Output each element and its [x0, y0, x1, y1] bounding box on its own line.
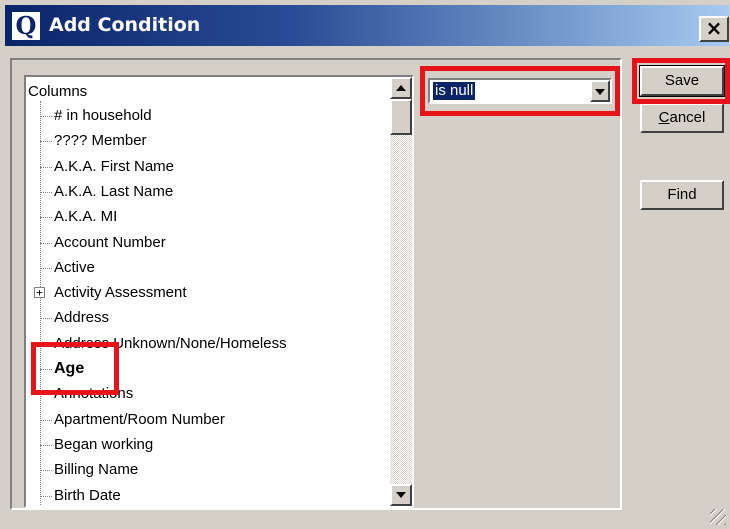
tree-item[interactable]: Active [40, 256, 95, 280]
tree-item-label: A.K.A. Last Name [54, 182, 174, 200]
operator-selected-value: is null [433, 82, 476, 100]
tree-item-label: A.K.A. MI [54, 208, 118, 226]
title-bar[interactable]: Q Add Condition × [5, 5, 729, 46]
dropdown-button[interactable] [590, 80, 610, 102]
tree-connector [40, 419, 52, 421]
tree-vertical-scrollbar[interactable] [390, 77, 412, 506]
arrow-up-icon [396, 85, 406, 91]
tree-connector [40, 343, 52, 345]
find-button[interactable]: Find [640, 180, 724, 210]
scroll-thumb[interactable] [390, 99, 412, 135]
tree-connector [40, 191, 52, 193]
tree-item-label: A.K.A. First Name [54, 157, 175, 175]
tree-item[interactable]: ???? Member [40, 129, 147, 153]
tree-item-label: Age [54, 360, 85, 377]
tree-item[interactable]: + Activity Assessment [34, 281, 187, 305]
tree-item-label: Account Number [54, 233, 166, 251]
expand-plus-icon[interactable]: + [34, 287, 45, 299]
tree-connector-line [40, 101, 41, 506]
tree-item[interactable]: Annotations [40, 382, 134, 406]
tree-connector [40, 217, 52, 219]
add-condition-dialog: Q Add Condition × Columns # in household… [0, 0, 730, 529]
tree-item[interactable]: A.K.A. First Name [40, 155, 175, 179]
tree-item-label: Apartment/Room Number [54, 410, 225, 428]
tree-item[interactable]: A.K.A. Last Name [40, 180, 174, 204]
scroll-up-button[interactable] [390, 77, 412, 99]
columns-tree[interactable]: Columns # in household ???? Member A.K.A. … [24, 75, 414, 508]
app-icon: Q [12, 12, 40, 40]
tree-item[interactable]: Began working [40, 433, 154, 457]
save-button[interactable]: Save [639, 65, 725, 97]
tree-item[interactable]: Birth Date [40, 484, 121, 507]
tree-item[interactable]: Address [40, 306, 110, 330]
tree-connector [40, 141, 52, 143]
arrow-down-icon [396, 492, 406, 498]
tree-connector [40, 318, 52, 320]
tree-root-label: Columns [28, 83, 88, 100]
tree-item-label: Address [54, 309, 110, 327]
tree-item[interactable]: Address Unknown/None/Homeless [40, 332, 287, 356]
tree-connector [40, 267, 52, 269]
tree-item[interactable]: Age [40, 357, 85, 381]
tree-root-columns[interactable]: Columns [28, 80, 87, 104]
chevron-down-icon [595, 89, 605, 95]
tree-item-label: Birth Date [54, 486, 121, 504]
tree-connector [40, 242, 52, 244]
tree-item-label: ???? Member [54, 132, 147, 150]
tree-item[interactable]: Apartment/Room Number [40, 408, 225, 432]
tree-connector [40, 444, 52, 446]
tree-connector [40, 166, 52, 168]
tree-connector [40, 495, 52, 497]
tree-content: Columns # in household ???? Member A.K.A. … [26, 77, 390, 506]
cancel-button-label: Cancel [658, 109, 706, 126]
operator-dropdown[interactable]: is null [428, 78, 612, 104]
tree-connector [40, 369, 52, 370]
tree-item-label: Address Unknown/None/Homeless [54, 334, 287, 352]
tree-item[interactable]: A.K.A. MI [40, 205, 118, 229]
tree-item-label: # in household [54, 107, 152, 124]
cancel-button[interactable]: Cancel [640, 103, 724, 133]
tree-connector [40, 116, 52, 117]
tree-item-label: Billing Name [54, 461, 139, 479]
tree-connector [40, 394, 52, 396]
tree-item-label: Active [54, 258, 95, 276]
tree-item-label: Began working [54, 435, 154, 453]
tree-item-label: Activity Assessment [54, 284, 187, 302]
tree-item[interactable]: Billing Name [40, 458, 139, 482]
tree-item[interactable]: # in household [40, 104, 152, 128]
resize-grip[interactable] [710, 509, 726, 525]
dialog-title: Add Condition [49, 14, 201, 36]
scroll-down-button[interactable] [390, 484, 412, 506]
tree-item-label: Annotations [54, 385, 134, 403]
close-button[interactable]: × [699, 16, 729, 42]
tree-connector [40, 470, 52, 472]
tree-item[interactable]: Account Number [40, 231, 166, 255]
